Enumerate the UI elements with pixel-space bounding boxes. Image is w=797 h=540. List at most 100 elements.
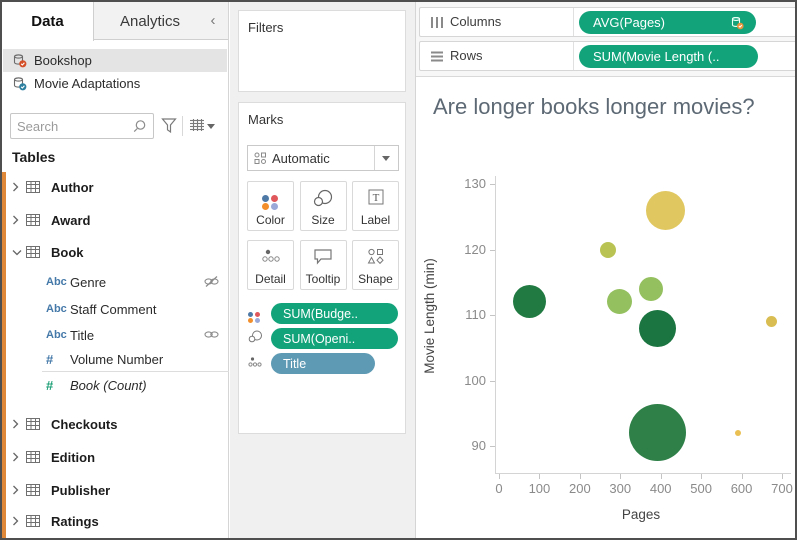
- y-tick: [490, 315, 495, 316]
- rows-shelf[interactable]: Rows SUM(Movie Length (..: [419, 41, 797, 71]
- search-input[interactable]: [17, 115, 127, 137]
- search-input-box[interactable]: [10, 113, 154, 139]
- chevron-down-icon[interactable]: [12, 249, 22, 256]
- label-icon: T: [353, 189, 398, 209]
- scatter-mark[interactable]: [646, 191, 685, 230]
- scatter-mark[interactable]: [607, 289, 632, 314]
- x-tick: [701, 474, 702, 479]
- table-row-checkouts[interactable]: Checkouts: [2, 413, 229, 435]
- x-tick: [661, 474, 662, 479]
- chevron-right-icon[interactable]: [12, 452, 19, 462]
- label-button[interactable]: T Label: [352, 181, 399, 231]
- field-row-title[interactable]: Abc Title: [2, 324, 229, 346]
- chevron-right-icon[interactable]: [12, 215, 19, 225]
- field-label: Title: [70, 328, 94, 343]
- detail-icon[interactable]: [248, 355, 271, 373]
- table-icon: [26, 181, 40, 193]
- table-label: Edition: [51, 450, 95, 465]
- tooltip-button[interactable]: Tooltip: [300, 240, 347, 290]
- pill-label: SUM(Movie Length (..: [593, 49, 719, 64]
- field-row-staff-comment[interactable]: Abc Staff Comment: [2, 298, 229, 320]
- scatter-mark[interactable]: [639, 310, 676, 347]
- x-tick-label: 200: [560, 481, 600, 496]
- view-options-caret-icon[interactable]: [207, 124, 215, 129]
- pill-sum-movie-length[interactable]: SUM(Movie Length (..: [579, 45, 758, 68]
- columns-shelf[interactable]: Columns AVG(Pages): [419, 7, 797, 37]
- scatter-mark[interactable]: [766, 316, 777, 327]
- detail-icon: [248, 248, 293, 268]
- mark-type-caret[interactable]: [374, 146, 398, 170]
- filters-title: Filters: [248, 20, 283, 35]
- chevron-right-icon[interactable]: [12, 419, 19, 429]
- x-axis-title[interactable]: Pages: [541, 507, 741, 522]
- color-button[interactable]: Color: [247, 181, 294, 231]
- field-row-genre[interactable]: Abc Genre: [2, 271, 229, 293]
- pill-label: AVG(Pages): [593, 15, 665, 30]
- scatter-mark[interactable]: [600, 242, 616, 258]
- table-row-award[interactable]: Award: [2, 209, 229, 231]
- chevron-right-icon[interactable]: [12, 182, 19, 192]
- table-row-book[interactable]: Book: [2, 241, 229, 263]
- field-row-book-count[interactable]: # Book (Count): [2, 374, 229, 396]
- x-tick: [539, 474, 540, 479]
- chevron-right-icon[interactable]: [12, 485, 19, 495]
- table-row-ratings[interactable]: Ratings: [2, 510, 229, 532]
- datasource-item-movie-adaptations[interactable]: Movie Adaptations: [3, 72, 227, 95]
- table-row-author[interactable]: Author: [2, 176, 229, 198]
- table-icon: [26, 484, 40, 496]
- scatter-mark[interactable]: [639, 277, 663, 301]
- y-tick-label: 110: [434, 307, 486, 322]
- tables-header: Tables: [12, 149, 55, 165]
- tab-data[interactable]: Data: [2, 2, 94, 41]
- tab-analytics[interactable]: Analytics: [94, 2, 206, 40]
- filter-fields-icon[interactable]: [161, 117, 177, 134]
- detail-button[interactable]: Detail: [247, 240, 294, 290]
- broken-link-icon[interactable]: [204, 275, 219, 288]
- mark-type-dropdown[interactable]: Automatic: [247, 145, 399, 171]
- size-icon: [301, 189, 346, 209]
- table-icon: [26, 418, 40, 430]
- chevron-right-icon[interactable]: [12, 516, 19, 526]
- filters-shelf[interactable]: Filters: [238, 10, 406, 92]
- x-tick: [782, 474, 783, 479]
- table-row-edition[interactable]: Edition: [2, 446, 229, 468]
- shape-icon: [353, 248, 398, 268]
- x-tick-label: 500: [681, 481, 721, 496]
- datasource-label: Movie Adaptations: [34, 76, 140, 91]
- view-options-icon[interactable]: [189, 119, 205, 132]
- detail-button-label: Detail: [248, 272, 293, 286]
- pill-sum-budget[interactable]: SUM(Budge..: [271, 303, 398, 324]
- abc-icon: Abc: [46, 276, 70, 288]
- y-tick: [490, 184, 495, 185]
- pill-sum-opening[interactable]: SUM(Openi..: [271, 328, 398, 349]
- number-icon: #: [46, 352, 70, 367]
- divider: [182, 116, 183, 136]
- shelf-pane: Filters Marks Automatic: [230, 2, 416, 538]
- field-row-volume-number[interactable]: # Volume Number: [2, 348, 229, 370]
- color-button-label: Color: [248, 213, 293, 227]
- number-icon: #: [46, 378, 70, 393]
- collapse-pane-icon[interactable]: ‹: [206, 12, 220, 30]
- pill-avg-pages[interactable]: AVG(Pages): [579, 11, 756, 34]
- datasource-item-bookshop[interactable]: Bookshop: [3, 49, 227, 72]
- automatic-mark-icon: [254, 152, 266, 164]
- field-label: Genre: [70, 275, 106, 290]
- link-icon[interactable]: [204, 328, 219, 341]
- color-icon[interactable]: [248, 304, 271, 323]
- x-tick: [499, 474, 500, 479]
- search-icon: [132, 119, 147, 134]
- size-button[interactable]: Size: [300, 181, 347, 231]
- pill-title[interactable]: Title: [271, 353, 375, 374]
- scatter-mark[interactable]: [735, 430, 741, 436]
- table-label: Checkouts: [51, 417, 117, 432]
- table-row-publisher[interactable]: Publisher: [2, 479, 229, 501]
- scatter-mark[interactable]: [513, 285, 546, 318]
- mark-pill-row: SUM(Openi..: [248, 328, 398, 349]
- shape-button[interactable]: Shape: [352, 240, 399, 290]
- size-icon[interactable]: [248, 330, 271, 348]
- scatter-mark[interactable]: [629, 404, 686, 461]
- tooltip-icon: [301, 248, 346, 268]
- table-icon: [26, 246, 40, 258]
- table-label: Author: [51, 180, 94, 195]
- y-tick-label: 130: [434, 176, 486, 191]
